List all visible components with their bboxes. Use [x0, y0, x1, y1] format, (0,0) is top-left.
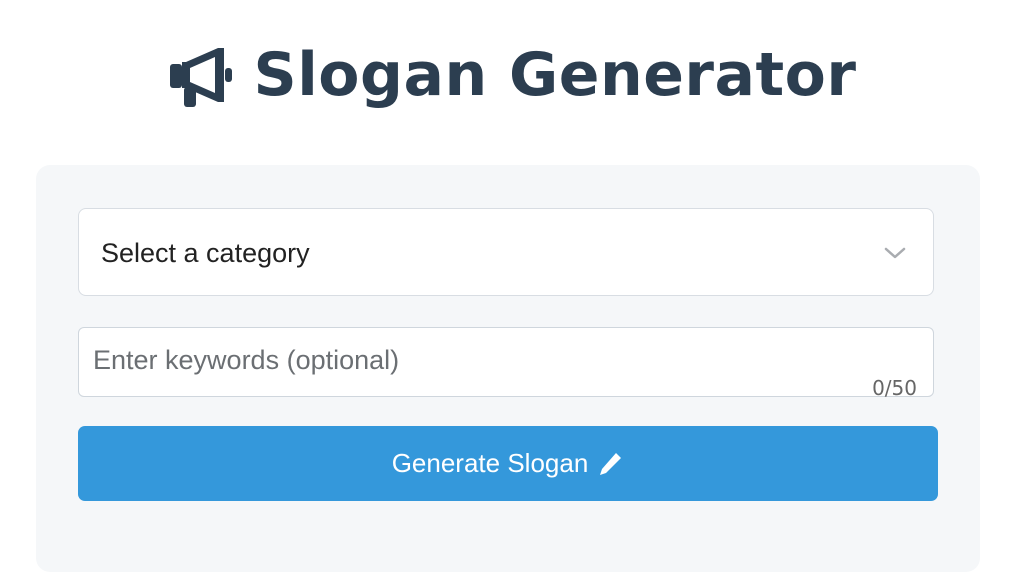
generator-card: Select a category 0/50 Generate Slogan — [36, 165, 980, 572]
page-title: Slogan Generator — [253, 40, 857, 110]
chevron-down-icon — [883, 241, 907, 270]
generate-slogan-label: Generate Slogan — [391, 448, 589, 478]
page-header: Slogan Generator — [0, 40, 1024, 110]
keywords-input[interactable] — [93, 338, 853, 382]
keywords-field: 0/50 — [78, 327, 934, 400]
keywords-char-counter: 0/50 — [872, 376, 917, 400]
category-select-value: Select a category — [101, 238, 310, 268]
generate-slogan-button[interactable]: Generate Slogan — [78, 426, 938, 501]
category-select[interactable]: Select a category — [78, 208, 934, 296]
pencil-icon — [596, 450, 624, 478]
megaphone-icon — [168, 42, 234, 108]
